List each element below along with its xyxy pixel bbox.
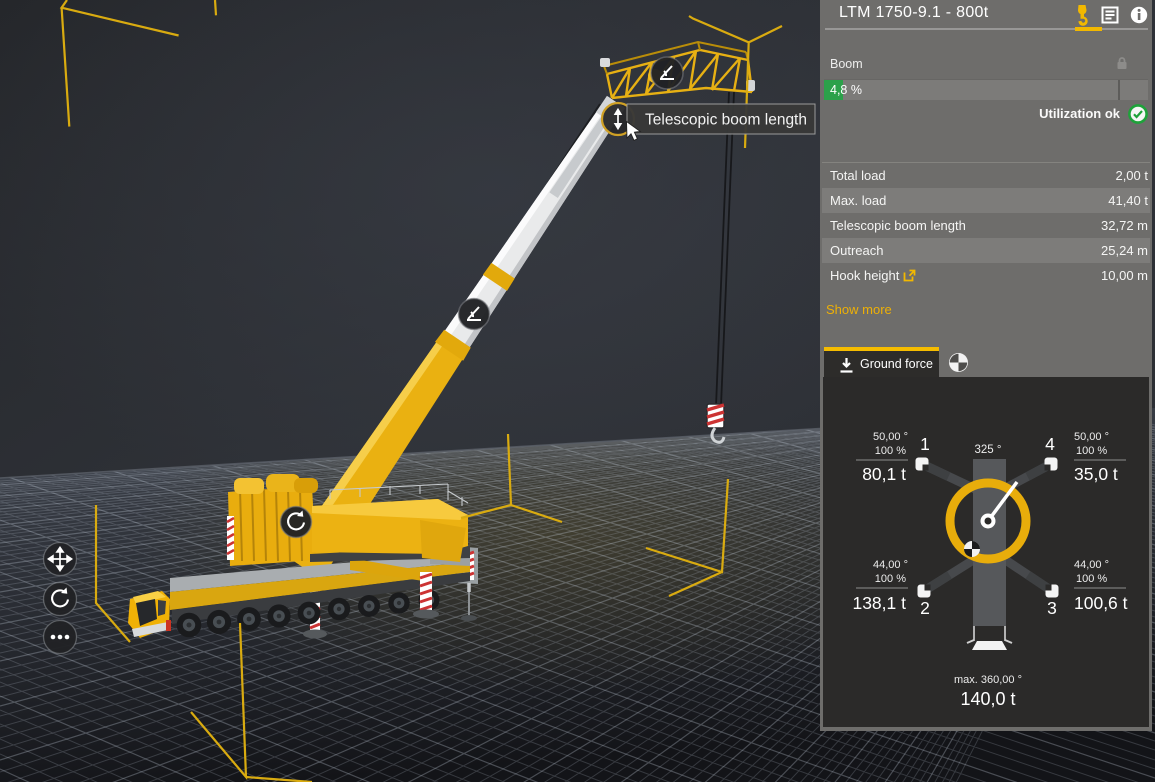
svg-text:2: 2 xyxy=(920,598,930,618)
svg-text:4: 4 xyxy=(1045,434,1055,454)
svg-text:50,00 °: 50,00 ° xyxy=(1074,431,1109,443)
svg-text:1: 1 xyxy=(920,434,930,454)
svg-text:Telescopic boom length: Telescopic boom length xyxy=(645,112,807,129)
svg-text:325 °: 325 ° xyxy=(975,444,1002,456)
svg-text:3: 3 xyxy=(1047,598,1057,618)
svg-text:100 %: 100 % xyxy=(1076,573,1107,585)
svg-text:80,1 t: 80,1 t xyxy=(862,464,906,484)
svg-text:35,0 t: 35,0 t xyxy=(1074,464,1118,484)
svg-text:44,00 °: 44,00 ° xyxy=(1074,559,1109,571)
svg-text:100 %: 100 % xyxy=(1076,445,1107,457)
svg-text:max. 360,00 °: max. 360,00 ° xyxy=(954,674,1022,686)
svg-text:100 %: 100 % xyxy=(875,445,906,457)
svg-text:44,00 °: 44,00 ° xyxy=(873,559,908,571)
svg-text:140,0 t: 140,0 t xyxy=(960,689,1015,709)
svg-text:50,00 °: 50,00 ° xyxy=(873,431,908,443)
svg-text:100,6 t: 100,6 t xyxy=(1074,593,1128,613)
svg-text:100 %: 100 % xyxy=(875,573,906,585)
svg-text:138,1 t: 138,1 t xyxy=(852,593,906,613)
